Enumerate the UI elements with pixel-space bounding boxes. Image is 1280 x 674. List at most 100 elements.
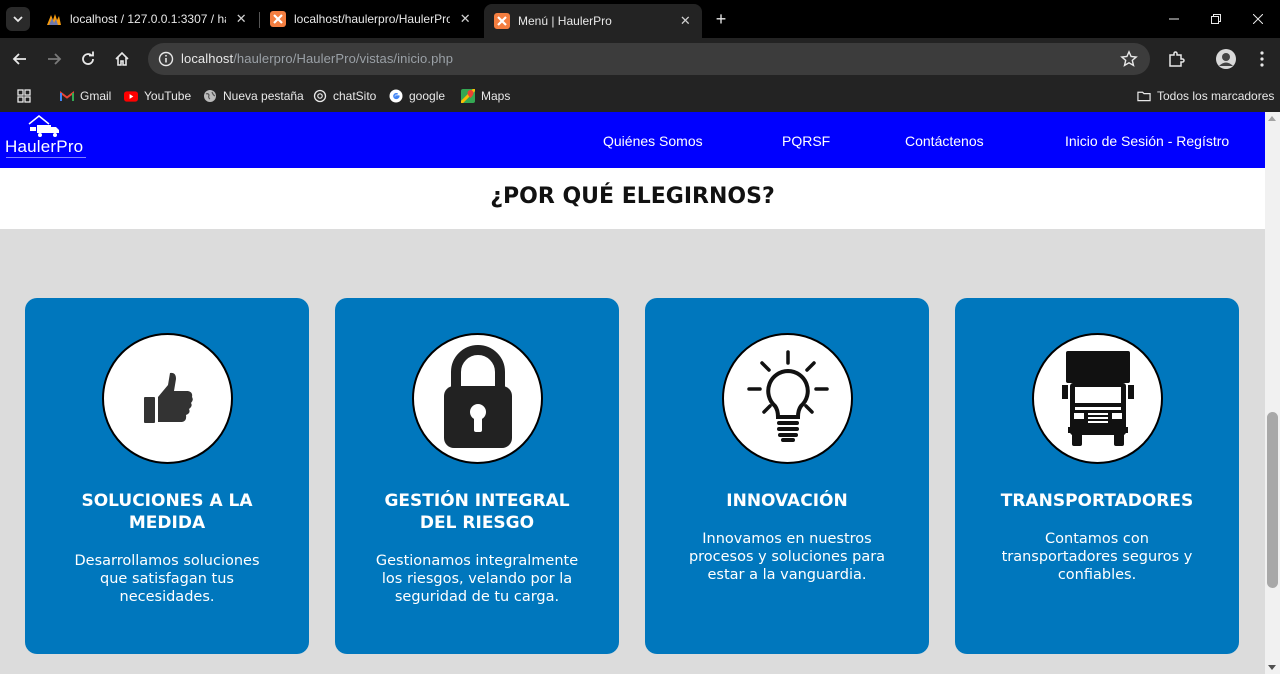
bookmark-label: YouTube <box>144 89 192 103</box>
xampp-icon <box>494 13 510 29</box>
reload-button[interactable] <box>76 47 100 71</box>
tab-title: localhost / 127.0.0.1:3307 / haulerpro <box>70 12 226 26</box>
icon-circle <box>102 333 233 464</box>
bookmark-label: chatSito <box>333 89 377 103</box>
bookmark-youtube[interactable]: YouTube <box>124 87 191 105</box>
page-scrollbar[interactable] <box>1265 112 1280 674</box>
all-bookmarks-button[interactable]: Todos los marcadores <box>1137 87 1274 105</box>
card-title-line: DEL RIESGO <box>419 513 535 533</box>
bookmark-nueva-pestana[interactable]: Nueva pestaña <box>203 87 304 105</box>
arrow-right-icon <box>48 53 62 65</box>
logo-text: HaulerPro <box>5 137 84 156</box>
card-title: TRANSPORTADORES <box>970 490 1224 512</box>
card-title: SOLUCIONES A LA MEDIDA <box>40 490 294 534</box>
arrow-left-icon <box>12 53 26 65</box>
card-title-line: GESTIÓN INTEGRAL <box>384 491 570 511</box>
tab-menu-haulerpro[interactable]: Menú | HaulerPro ✕ <box>484 4 702 38</box>
scroll-thumb[interactable] <box>1267 412 1278 588</box>
nav-quienes-somos[interactable]: Quiénes Somos <box>603 133 703 149</box>
nav-login-register[interactable]: Inicio de Sesión - Regístro <box>1065 133 1229 149</box>
card-desc-line: confiables. <box>1057 567 1137 583</box>
card-desc-line: seguridad de tu carga. <box>394 589 560 605</box>
scroll-up-arrow-icon[interactable] <box>1268 116 1276 121</box>
url-path: /haulerpro/HaulerPro/vistas/inicio.php <box>233 51 454 66</box>
card-title-line: MEDIDA <box>128 513 206 533</box>
home-button[interactable] <box>110 47 134 71</box>
section-title: ¿POR QUÉ ELEGIRNOS? <box>490 184 775 209</box>
feature-card-innovacion: INNOVACIÓN Innovamos en nuestros proceso… <box>645 298 929 654</box>
profile-avatar[interactable] <box>1214 47 1238 71</box>
close-icon[interactable]: ✕ <box>234 11 248 27</box>
minimize-button[interactable] <box>1162 9 1186 29</box>
home-icon <box>115 51 129 66</box>
tab-strip: localhost / 127.0.0.1:3307 / haulerpro ✕… <box>0 0 1280 38</box>
openai-icon <box>313 89 327 103</box>
close-window-button[interactable] <box>1246 9 1270 29</box>
icon-circle <box>722 333 853 464</box>
extensions-button[interactable] <box>1164 47 1188 71</box>
truck-logo-icon <box>28 115 59 137</box>
tab-phpmyadmin[interactable]: localhost / 127.0.0.1:3307 / haulerpro ✕ <box>36 4 258 34</box>
browser-menu-button[interactable] <box>1250 47 1274 71</box>
truck-icon <box>1061 350 1134 446</box>
gmail-icon <box>60 89 74 103</box>
tab-haulerpro-root[interactable]: localhost/haulerpro/HaulerPro/ ✕ <box>260 4 482 34</box>
card-desc-line: que satisfagan tus <box>100 571 234 587</box>
reload-icon <box>82 51 94 65</box>
info-icon[interactable] <box>158 51 174 67</box>
bookmark-maps[interactable]: Maps <box>461 87 510 105</box>
star-icon[interactable] <box>1120 50 1138 68</box>
card-title-line: SOLUCIONES A LA <box>81 491 253 511</box>
card-desc-line: procesos y soluciones para <box>688 549 886 565</box>
phpmyadmin-icon <box>46 11 62 27</box>
forward-button[interactable] <box>42 47 66 71</box>
new-tab-button[interactable]: + <box>711 9 731 29</box>
back-button[interactable] <box>8 47 32 71</box>
apps-button[interactable] <box>17 87 31 105</box>
bookmark-label: Todos los marcadores <box>1157 89 1275 103</box>
maps-icon <box>461 89 475 103</box>
address-bar[interactable]: localhost/haulerpro/HaulerPro/vistas/ini… <box>148 43 1150 75</box>
card-description: Desarrollamos soluciones que satisfagan … <box>55 552 279 606</box>
youtube-icon <box>124 89 138 103</box>
card-title: GESTIÓN INTEGRAL DEL RIESGO <box>350 490 604 534</box>
apps-grid-icon <box>17 89 31 103</box>
bookmark-label: Nueva pestaña <box>223 89 304 103</box>
card-description: Innovamos en nuestros procesos y solucio… <box>675 530 899 584</box>
bookmark-gmail[interactable]: Gmail <box>60 87 111 105</box>
card-desc-line: los riesgos, velando por la <box>381 571 573 587</box>
kebab-menu-icon <box>1260 51 1264 67</box>
bookmark-label: Maps <box>481 89 511 103</box>
nav-contactenos[interactable]: Contáctenos <box>905 133 984 149</box>
folder-icon <box>1137 89 1151 103</box>
logo-tagline-rule <box>6 157 86 158</box>
card-desc-line: transportadores seguros y <box>1001 549 1193 565</box>
close-icon[interactable]: ✕ <box>679 13 692 29</box>
bookmark-google[interactable]: google <box>389 87 445 105</box>
restore-button[interactable] <box>1204 9 1228 29</box>
site-logo[interactable]: HaulerPro <box>5 114 95 166</box>
browser-toolbar: localhost/haulerpro/HaulerPro/vistas/ini… <box>0 38 1280 80</box>
globe-icon <box>203 89 217 103</box>
card-description: Contamos con transportadores seguros y c… <box>985 530 1209 584</box>
card-desc-line: Desarrollamos soluciones <box>74 553 260 569</box>
bookmarks-bar: Gmail YouTube Nueva pestaña chatSito goo… <box>0 80 1280 112</box>
scroll-down-arrow-icon[interactable] <box>1268 665 1276 670</box>
chevron-down-icon <box>13 16 23 23</box>
card-desc-line: estar a la vanguardia. <box>707 567 867 583</box>
icon-circle <box>412 333 543 464</box>
close-icon <box>1252 13 1264 25</box>
card-desc-line: necesidades. <box>119 589 215 605</box>
tab-search-button[interactable] <box>6 7 30 31</box>
nav-pqrsf[interactable]: PQRSF <box>782 133 830 149</box>
url-host: localhost <box>181 51 234 66</box>
card-description: Gestionamos integralmente los riesgos, v… <box>365 552 589 606</box>
feature-card-transportadores: TRANSPORTADORES Contamos con transportad… <box>955 298 1239 654</box>
padlock-icon <box>443 344 512 448</box>
thumbs-up-icon <box>143 372 193 423</box>
close-icon[interactable]: ✕ <box>458 11 472 27</box>
url-text: localhost/haulerpro/HaulerPro/vistas/ini… <box>181 51 453 66</box>
page-viewport: HaulerPro Quiénes Somos PQRSF Contácteno… <box>0 112 1265 674</box>
bookmark-chatsito[interactable]: chatSito <box>313 87 376 105</box>
lightbulb-icon <box>746 349 829 442</box>
